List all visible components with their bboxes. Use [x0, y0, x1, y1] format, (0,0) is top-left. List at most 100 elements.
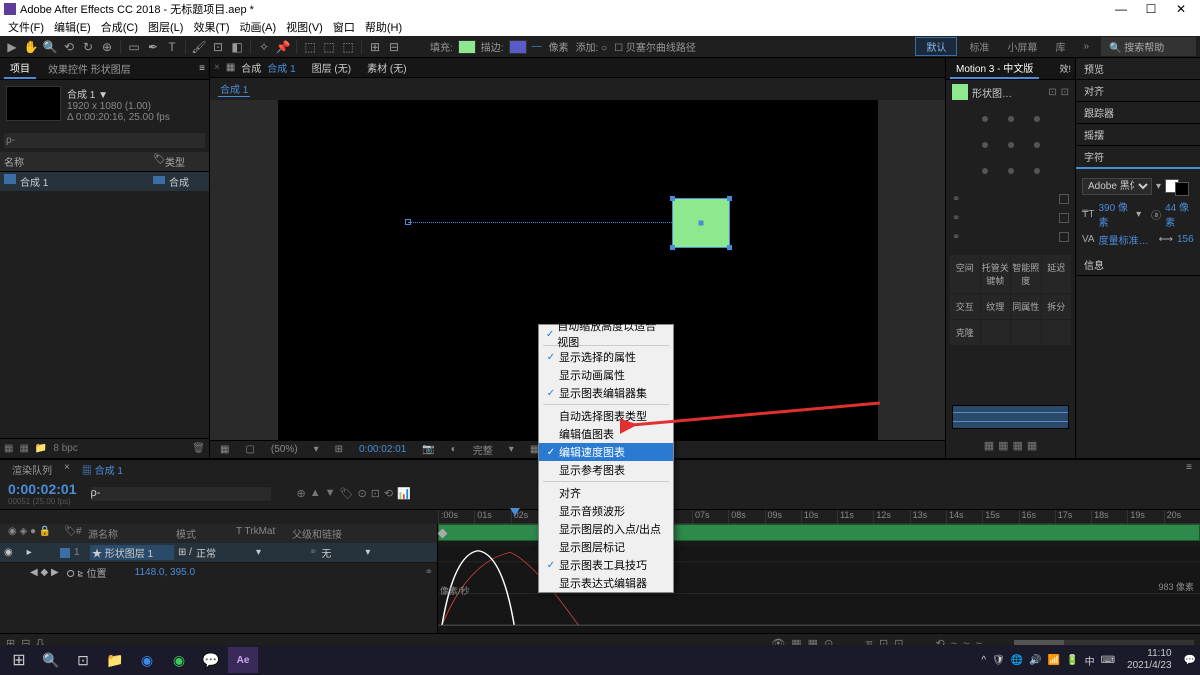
motion-effect-label[interactable]: 效!	[1059, 62, 1071, 75]
act-delay[interactable]: 延迟	[1042, 255, 1072, 293]
search-help-input[interactable]: 🔍 搜索帮助	[1101, 37, 1196, 56]
graph-editor-button[interactable]: 📊	[397, 487, 411, 500]
bezier-checkbox[interactable]: ☐ 贝塞尔曲线路径	[614, 39, 696, 54]
handle-bl[interactable]	[670, 245, 675, 250]
col-trkmat[interactable]: T TrkMat	[232, 526, 288, 541]
zoom-tool[interactable]: 🔍	[42, 39, 58, 55]
tab-info[interactable]: 信息	[1076, 254, 1200, 276]
minimize-button[interactable]: —	[1106, 2, 1136, 16]
tl-icon-7[interactable]: ⟲	[384, 487, 393, 500]
col-mode[interactable]: 模式	[172, 526, 232, 541]
text-tool[interactable]: T	[164, 39, 180, 55]
menu-show-selected[interactable]: ✓显示选择的属性	[539, 348, 673, 366]
viewer-footage-tab[interactable]: 素材 (无)	[367, 60, 406, 75]
menu-show-tooltips[interactable]: ✓显示图表工具技巧	[539, 556, 673, 574]
taskbar-app1[interactable]: ◉	[132, 647, 162, 673]
brush-tool[interactable]: 🖌	[191, 39, 207, 55]
tray-keyboard-icon[interactable]: ⌨	[1101, 655, 1115, 666]
timeline-search[interactable]: ρ-	[91, 487, 271, 501]
wave-btn4[interactable]: ▦	[1027, 439, 1037, 452]
snap-icon[interactable]: ⊞	[367, 39, 383, 55]
link1-icon[interactable]: ⚭	[952, 194, 960, 205]
tray-shield-icon[interactable]: 🛡	[992, 655, 1005, 666]
tl-icon-4[interactable]: 🏷	[340, 487, 354, 500]
wave-btn2[interactable]: ▦	[998, 439, 1008, 452]
vf-quality[interactable]: 完整	[469, 442, 497, 457]
anchor-point[interactable]	[698, 220, 703, 225]
pen-tool[interactable]: ✒	[145, 39, 161, 55]
act-same[interactable]: 同属性	[1011, 294, 1041, 319]
menu-edit-speed-graph[interactable]: ✓编辑速度图表	[539, 443, 673, 461]
kerning[interactable]: 度量标准…	[1099, 232, 1149, 247]
workspace-default[interactable]: 默认	[915, 37, 957, 56]
tab-project[interactable]: 项目	[4, 58, 36, 79]
workspace-small[interactable]: 小屏幕	[1001, 38, 1043, 55]
taskbar-taskview[interactable]: ⊡	[68, 647, 98, 673]
tl-icon-2[interactable]: ▲	[310, 487, 321, 500]
motion-wave[interactable]	[952, 405, 1069, 429]
workspace-standard[interactable]: 标准	[963, 38, 995, 55]
col-type[interactable]: 类型	[165, 154, 205, 169]
rotate-tool[interactable]: ↻	[80, 39, 96, 55]
keyframe-start-handle[interactable]	[405, 219, 411, 225]
taskbar-ae[interactable]: Ae	[228, 647, 258, 673]
vf-zoom[interactable]: (50%)	[267, 444, 302, 455]
roto-tool[interactable]: ✧	[256, 39, 272, 55]
project-search[interactable]: ρ-	[4, 133, 205, 148]
menu-show-animated[interactable]: 显示动画属性	[539, 366, 673, 384]
add-label[interactable]: 添加: ○	[576, 39, 608, 54]
vf-cam-icon[interactable]: 📷	[418, 444, 438, 455]
stroke-swatch[interactable]	[509, 40, 527, 54]
wave-btn1[interactable]: ▦	[984, 439, 994, 452]
proj-footer-2[interactable]: ▦	[19, 443, 28, 454]
snap2-icon[interactable]: ⊟	[386, 39, 402, 55]
col-source[interactable]: 源名称	[84, 526, 172, 541]
tray-vol-icon[interactable]: 🔊	[1029, 655, 1041, 666]
menu-file[interactable]: 文件(F)	[4, 19, 48, 35]
menu-show-audio[interactable]: 显示音频波形	[539, 502, 673, 520]
viewer-comp-tab[interactable]: 合成 1	[267, 60, 295, 75]
tl-icon-3[interactable]: ▼	[325, 487, 336, 500]
act-split[interactable]: 拆分	[1042, 294, 1072, 319]
tray-notif-icon[interactable]: 💬	[1184, 655, 1196, 666]
rect-tool[interactable]: ▭	[126, 39, 142, 55]
project-item[interactable]: 合成 1 合成	[0, 172, 209, 191]
vf-res-icon[interactable]: ⊞	[331, 444, 347, 455]
motion-opt2-icon[interactable]: ⊡	[1061, 87, 1069, 98]
col-name[interactable]: 名称	[4, 154, 153, 169]
viewer-subtab[interactable]: 合成 1	[218, 81, 250, 97]
menu-layer[interactable]: 图层(L)	[144, 19, 187, 35]
act-interact[interactable]: 交互	[950, 294, 980, 319]
wave-btn3[interactable]: ▦	[1013, 439, 1023, 452]
selection-tool[interactable]: ▶	[4, 39, 20, 55]
viewer-layer-tab[interactable]: 图层 (无)	[312, 60, 351, 75]
act-space[interactable]: 空间	[950, 255, 980, 293]
world-axis-icon[interactable]: ⬚	[321, 39, 337, 55]
handle-tr[interactable]	[727, 196, 732, 201]
stroke-width[interactable]: —	[532, 41, 542, 52]
anchor-tool[interactable]: ⊕	[99, 39, 115, 55]
menu-effect[interactable]: 效果(T)	[189, 19, 233, 35]
timeline-prop-position[interactable]: ◀ ◆ ▶ ⭘ ⊵ 位置 1148.0, 395.0 ⚭	[0, 563, 437, 582]
tab-wiggle[interactable]: 摇摆	[1076, 124, 1200, 146]
menu-show-reference[interactable]: 显示参考图表	[539, 461, 673, 479]
layer-label-color[interactable]	[60, 548, 70, 558]
taskbar-explorer[interactable]: 📁	[100, 647, 130, 673]
font-size[interactable]: 390 像素	[1098, 199, 1132, 229]
tab-effect-controls[interactable]: 效果控件 形状图层	[42, 59, 137, 78]
menu-snap[interactable]: 对齐	[539, 484, 673, 502]
tab-preview[interactable]: 预览	[1076, 58, 1200, 80]
orbit-tool[interactable]: ⟲	[61, 39, 77, 55]
fill-swatch[interactable]	[458, 40, 476, 54]
maximize-button[interactable]: ☐	[1136, 2, 1166, 16]
col-parent[interactable]: 父级和链接	[288, 526, 398, 541]
tab-align[interactable]: 对齐	[1076, 80, 1200, 102]
tray-wifi-icon[interactable]: 📶	[1048, 655, 1060, 666]
menu-animation[interactable]: 动画(A)	[236, 19, 281, 35]
local-axis-icon[interactable]: ⬚	[302, 39, 318, 55]
menu-show-graph-set[interactable]: ✓显示图表编辑器集	[539, 384, 673, 402]
position-value[interactable]: 1148.0, 395.0	[135, 567, 195, 578]
tray-clock[interactable]: 11:10 2021/4/23	[1121, 648, 1178, 672]
shape-layer[interactable]	[672, 198, 730, 248]
stroke-color[interactable]	[1175, 182, 1189, 196]
